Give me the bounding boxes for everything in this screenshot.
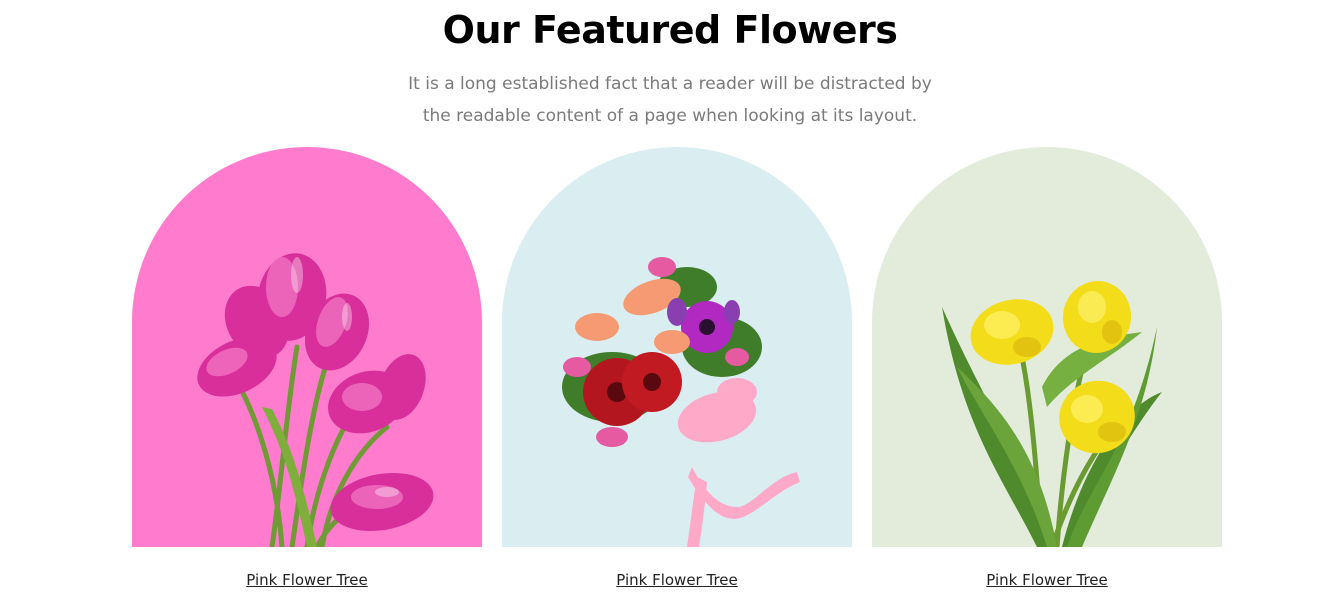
card-arch[interactable] (502, 147, 852, 547)
card-title-link[interactable]: Pink Flower Tree (132, 571, 482, 589)
card-arch[interactable] (872, 147, 1222, 547)
flower-card[interactable]: Pink Flower Tree (502, 147, 852, 589)
flower-card[interactable]: Pink Flower Tree (132, 147, 482, 589)
pink-tulips-image[interactable] (132, 147, 482, 547)
yellow-tulips-image[interactable] (872, 147, 1222, 547)
flower-card[interactable]: Pink Flower Tree (872, 147, 1222, 589)
mixed-bouquet-image[interactable] (502, 147, 852, 547)
section-subtitle: It is a long established fact that a rea… (370, 68, 970, 132)
section-title: Our Featured Flowers (442, 8, 898, 52)
card-arch[interactable] (132, 147, 482, 547)
subtitle-line-2: the readable content of a page when look… (422, 106, 918, 126)
subtitle-line-1: It is a long established fact that a rea… (408, 74, 932, 94)
card-title-link[interactable]: Pink Flower Tree (872, 571, 1222, 589)
card-title-link[interactable]: Pink Flower Tree (502, 571, 852, 589)
